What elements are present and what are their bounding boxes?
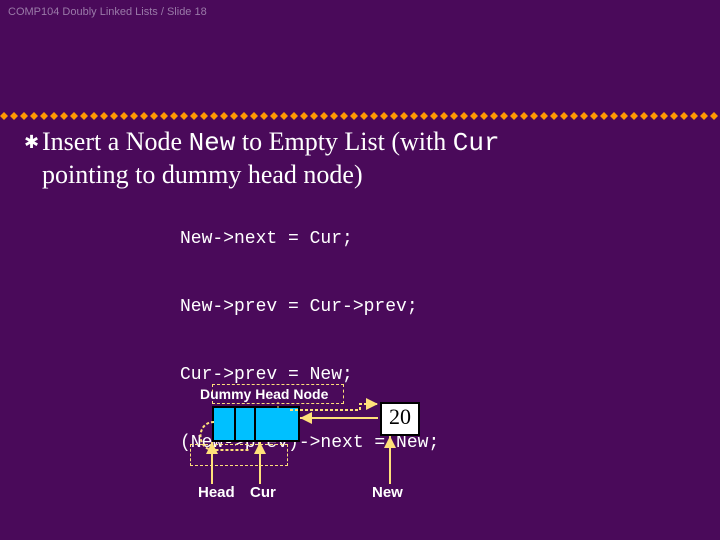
bullet-icon: ✱ [24,132,39,153]
title-mono-1: New [189,128,236,158]
code-line-2: New->prev = Cur->prev; [180,297,418,317]
divider-icon: placeholder [0,110,720,122]
title-mono-2: Cur [453,128,500,158]
slide: COMP104 Doubly Linked Lists / Slide 18 p… [0,0,720,540]
diagram: 20 Dummy Head Node Head Cur New [190,380,490,520]
code-line-1: New->next = Cur; [180,229,353,249]
title-text-1: Insert a Node [42,127,189,156]
slide-title: ✱ Insert a Node New to Empty List (with … [42,126,690,191]
title-text-2: to Empty List (with [235,127,452,156]
arrows-icon [190,380,490,520]
title-text-3: pointing to dummy head node) [42,160,363,189]
slide-header: COMP104 Doubly Linked Lists / Slide 18 [8,6,207,18]
